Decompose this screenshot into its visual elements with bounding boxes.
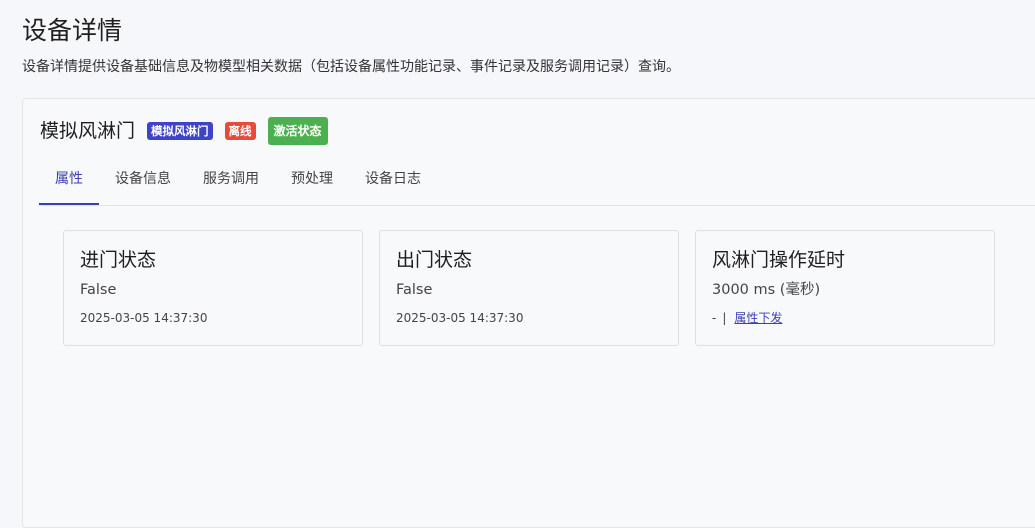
- status-badge: 离线: [224, 122, 256, 140]
- tab-device-info[interactable]: 设备信息: [99, 157, 187, 205]
- activate-status-button[interactable]: 激活状态: [267, 117, 328, 145]
- device-header: 模拟风淋门 模拟风淋门 离线 激活状态: [40, 117, 328, 145]
- property-card: 进门状态 False 2025-03-05 14:37:30: [63, 230, 363, 346]
- tab-device-log[interactable]: 设备日志: [349, 157, 437, 205]
- property-title: 进门状态: [80, 249, 157, 271]
- property-cards: 进门状态 False 2025-03-05 14:37:30 出门状态 Fals…: [63, 230, 995, 346]
- tab-preprocess[interactable]: 预处理: [275, 157, 349, 205]
- page-title: 设备详情: [22, 16, 123, 45]
- property-card: 风淋门操作延时 3000 ms (毫秒) - | 属性下发: [695, 230, 995, 346]
- tab-service-call[interactable]: 服务调用: [187, 157, 275, 205]
- property-title: 出门状态: [396, 249, 473, 271]
- action-prefix: -: [712, 311, 717, 325]
- property-title: 风淋门操作延时: [712, 249, 846, 271]
- tab-bar: 属性 设备信息 服务调用 预处理 设备日志: [39, 157, 1035, 206]
- property-send-link[interactable]: 属性下发: [734, 311, 782, 325]
- page-description: 设备详情提供设备基础信息及物模型相关数据（包括设备属性功能记录、事件记录及服务调…: [22, 59, 680, 75]
- property-card: 出门状态 False 2025-03-05 14:37:30: [379, 230, 679, 346]
- action-separator: |: [722, 311, 727, 325]
- property-value: False: [396, 282, 433, 298]
- property-timestamp: 2025-03-05 14:37:30: [396, 311, 524, 325]
- tab-properties[interactable]: 属性: [39, 157, 99, 205]
- property-value: 3000 ms (毫秒): [712, 282, 821, 298]
- model-badge: 模拟风淋门: [147, 122, 213, 140]
- device-panel: 模拟风淋门 模拟风淋门 离线 激活状态 属性 设备信息 服务调用 预处理 设备日…: [22, 98, 1035, 528]
- property-value: False: [80, 282, 117, 298]
- property-timestamp: 2025-03-05 14:37:30: [80, 311, 208, 325]
- device-name: 模拟风淋门: [40, 120, 136, 142]
- property-actions: - | 属性下发: [712, 309, 978, 327]
